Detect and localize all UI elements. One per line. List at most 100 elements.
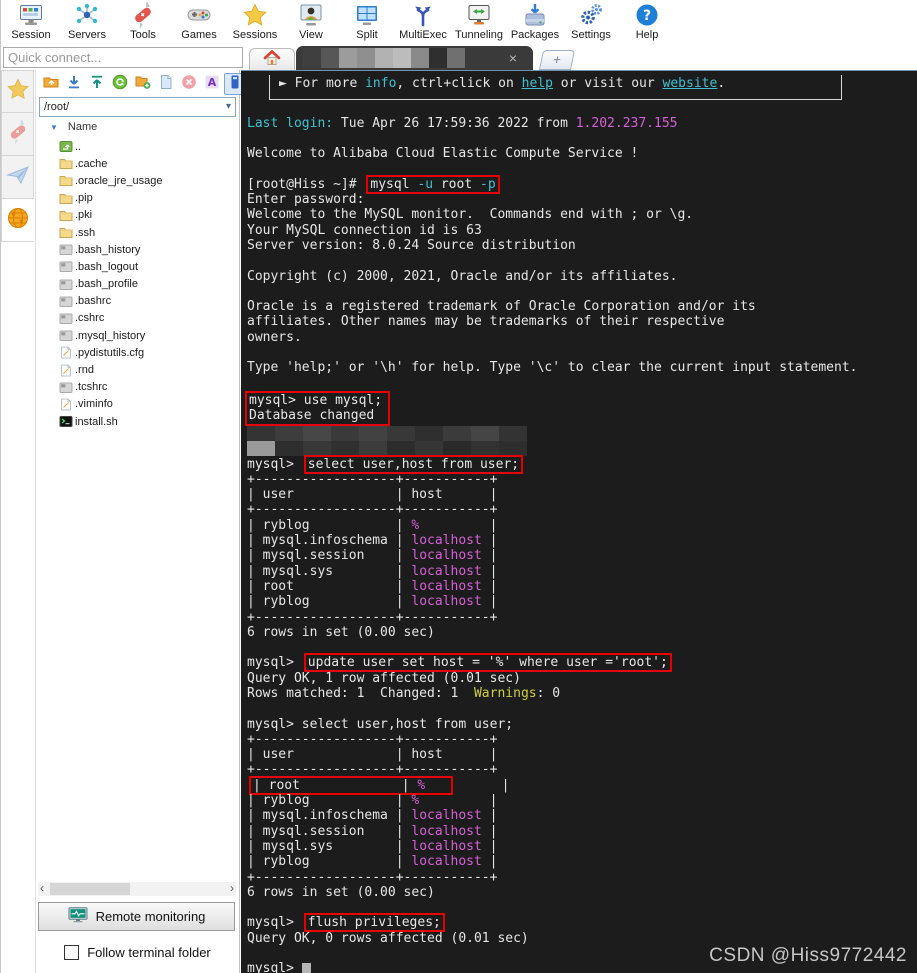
file-gray-icon [59,381,75,394]
toolbar-item-help[interactable]: ? Help [619,0,675,41]
terminal-banner: ► For more info, ctrl+click on help or v… [269,75,842,101]
home-tab-button[interactable] [249,48,295,71]
terminal-line: +------------------+-----------+ [247,731,498,747]
servers-icon [74,1,100,29]
toolbar-item-packages[interactable]: Packages [507,0,563,41]
terminal-line: | ryblog | localhost | [247,594,498,610]
toolbar-label: Tools [130,29,156,41]
toolbar-item-split[interactable]: Split [339,0,395,41]
file-name: .cache [75,157,108,170]
file-row[interactable]: .bashrc [36,293,239,310]
help-icon: ? [634,1,660,29]
terminal[interactable]: ► For more info, ctrl+click on help or v… [241,70,917,973]
file-folder-icon [59,209,75,222]
toolbar-item-tunneling[interactable]: Tunneling [451,0,507,41]
follow-terminal-checkbox[interactable] [64,944,80,960]
toolbar-item-view[interactable]: View [283,0,339,41]
file-row[interactable]: .pydistutils.cfg [36,344,239,361]
parent-dir-button[interactable] [40,73,62,95]
toolbar-item-tools[interactable]: Tools [115,0,171,41]
terminal-line: | user | host | [247,747,498,763]
toolbar-label: Sessions [232,29,278,41]
file-row[interactable]: .. [36,138,239,155]
terminal-line: mysql> select user,host from user; [247,716,514,732]
sidebar-tab-sftp[interactable] [1,199,34,242]
toolbar-item-games[interactable]: Games [171,0,227,41]
scroll-right-arrow[interactable]: › [230,882,234,895]
terminal-line: +------------------+-----------+ [247,502,498,518]
terminal-line: | root | % | [253,777,510,793]
sidebar-tab-sessions[interactable] [1,70,34,113]
tunneling-icon [466,1,492,29]
new-tab-button[interactable]: + [538,50,576,70]
toolbar-item-settings[interactable]: Settings [563,0,619,41]
remote-monitoring-button[interactable]: Remote monitoring [38,902,235,931]
tools-icon [130,1,156,29]
terminal-line: Server version: 8.0.24 Source distributi… [247,237,576,253]
terminal-line: +------------------+-----------+ [247,471,498,487]
left-sidebar: A /root/ ▾ ▼ Name .. .cache .oracle_jre_usa… [1,70,246,973]
terminal-line: | ryblog | localhost | [247,854,498,870]
terminal-line: mysql> update user set host = '%' where … [247,655,668,671]
rename-button[interactable]: A [201,73,223,95]
strip-knife-icon [6,118,30,149]
terminal-line: Query OK, 1 row affected (0.01 sec) [247,670,521,686]
quick-connect-input[interactable] [3,47,243,68]
file-name: .pki [75,209,93,222]
watermark: CSDN @Hiss9772442 [709,945,907,966]
sidebar-tab-macros[interactable] [1,156,34,199]
close-tab-icon[interactable]: × [509,49,517,67]
sidebar-tab-tools[interactable] [1,113,34,156]
sftp-file-panel: A /root/ ▾ ▼ Name .. .cache .oracle_jre_usa… [35,70,246,973]
name-column-header[interactable]: ▼ Name [36,119,239,136]
upload-button[interactable] [86,73,108,95]
file-name: .pip [75,192,93,205]
file-row[interactable]: .ssh [36,224,239,241]
scroll-left-arrow[interactable]: ‹ [40,882,44,895]
file-script-icon [59,415,75,428]
horizontal-scrollbar[interactable]: ‹ › [38,882,236,896]
download-button[interactable] [63,73,85,95]
file-row[interactable]: .viminfo [36,396,239,413]
file-row[interactable]: .oracle_jre_usage [36,172,239,189]
toolbar-label: Settings [571,29,611,41]
file-row[interactable]: .rnd [36,361,239,378]
chevron-down-icon: ▾ [225,101,231,112]
annotation-box: mysql> use mysql; Database changed [247,393,388,424]
star-icon [242,1,268,29]
file-row[interactable]: .pki [36,207,239,224]
file-row[interactable]: .bash_profile [36,276,239,293]
path-combobox[interactable]: /root/ ▾ [39,97,236,117]
file-name: .pydistutils.cfg [75,346,145,359]
refresh-button[interactable] [109,73,131,95]
file-row[interactable]: .bash_logout [36,258,239,275]
toolbar-item-servers[interactable]: Servers [59,0,115,41]
terminal-line: | user | host | [247,487,498,503]
terminal-line: Last login: Tue Apr 26 17:59:36 2022 fro… [247,115,678,131]
new-file-button[interactable] [155,73,177,95]
file-row[interactable]: .cache [36,155,239,172]
file-row[interactable]: .cshrc [36,310,239,327]
file-row[interactable]: .bash_history [36,241,239,258]
delete-button[interactable] [178,73,200,95]
toolbar-item-session[interactable]: Session [3,0,59,41]
file-gray-icon [59,295,75,308]
file-gray-icon [59,243,75,256]
active-terminal-tab[interactable]: × [296,46,533,70]
multiexec-icon [410,1,436,29]
file-row[interactable]: .pip [36,190,239,207]
terminal-line: | mysql.session | localhost | [247,548,498,564]
file-row[interactable]: .mysql_history [36,327,239,344]
games-icon [186,1,212,29]
scrollbar-thumb[interactable] [50,883,130,895]
file-row[interactable]: .tcshrc [36,379,239,396]
new-folder-button[interactable] [132,73,154,95]
file-name: .rnd [75,364,94,377]
toolbar-item-multiexec[interactable]: MultiExec [395,0,451,41]
toolbar-item-sessions[interactable]: Sessions [227,0,283,41]
file-row[interactable]: install.sh [36,413,239,430]
terminal-line: Welcome to Alibaba Cloud Elastic Compute… [247,146,639,162]
follow-terminal-label: Follow terminal folder [87,944,211,960]
